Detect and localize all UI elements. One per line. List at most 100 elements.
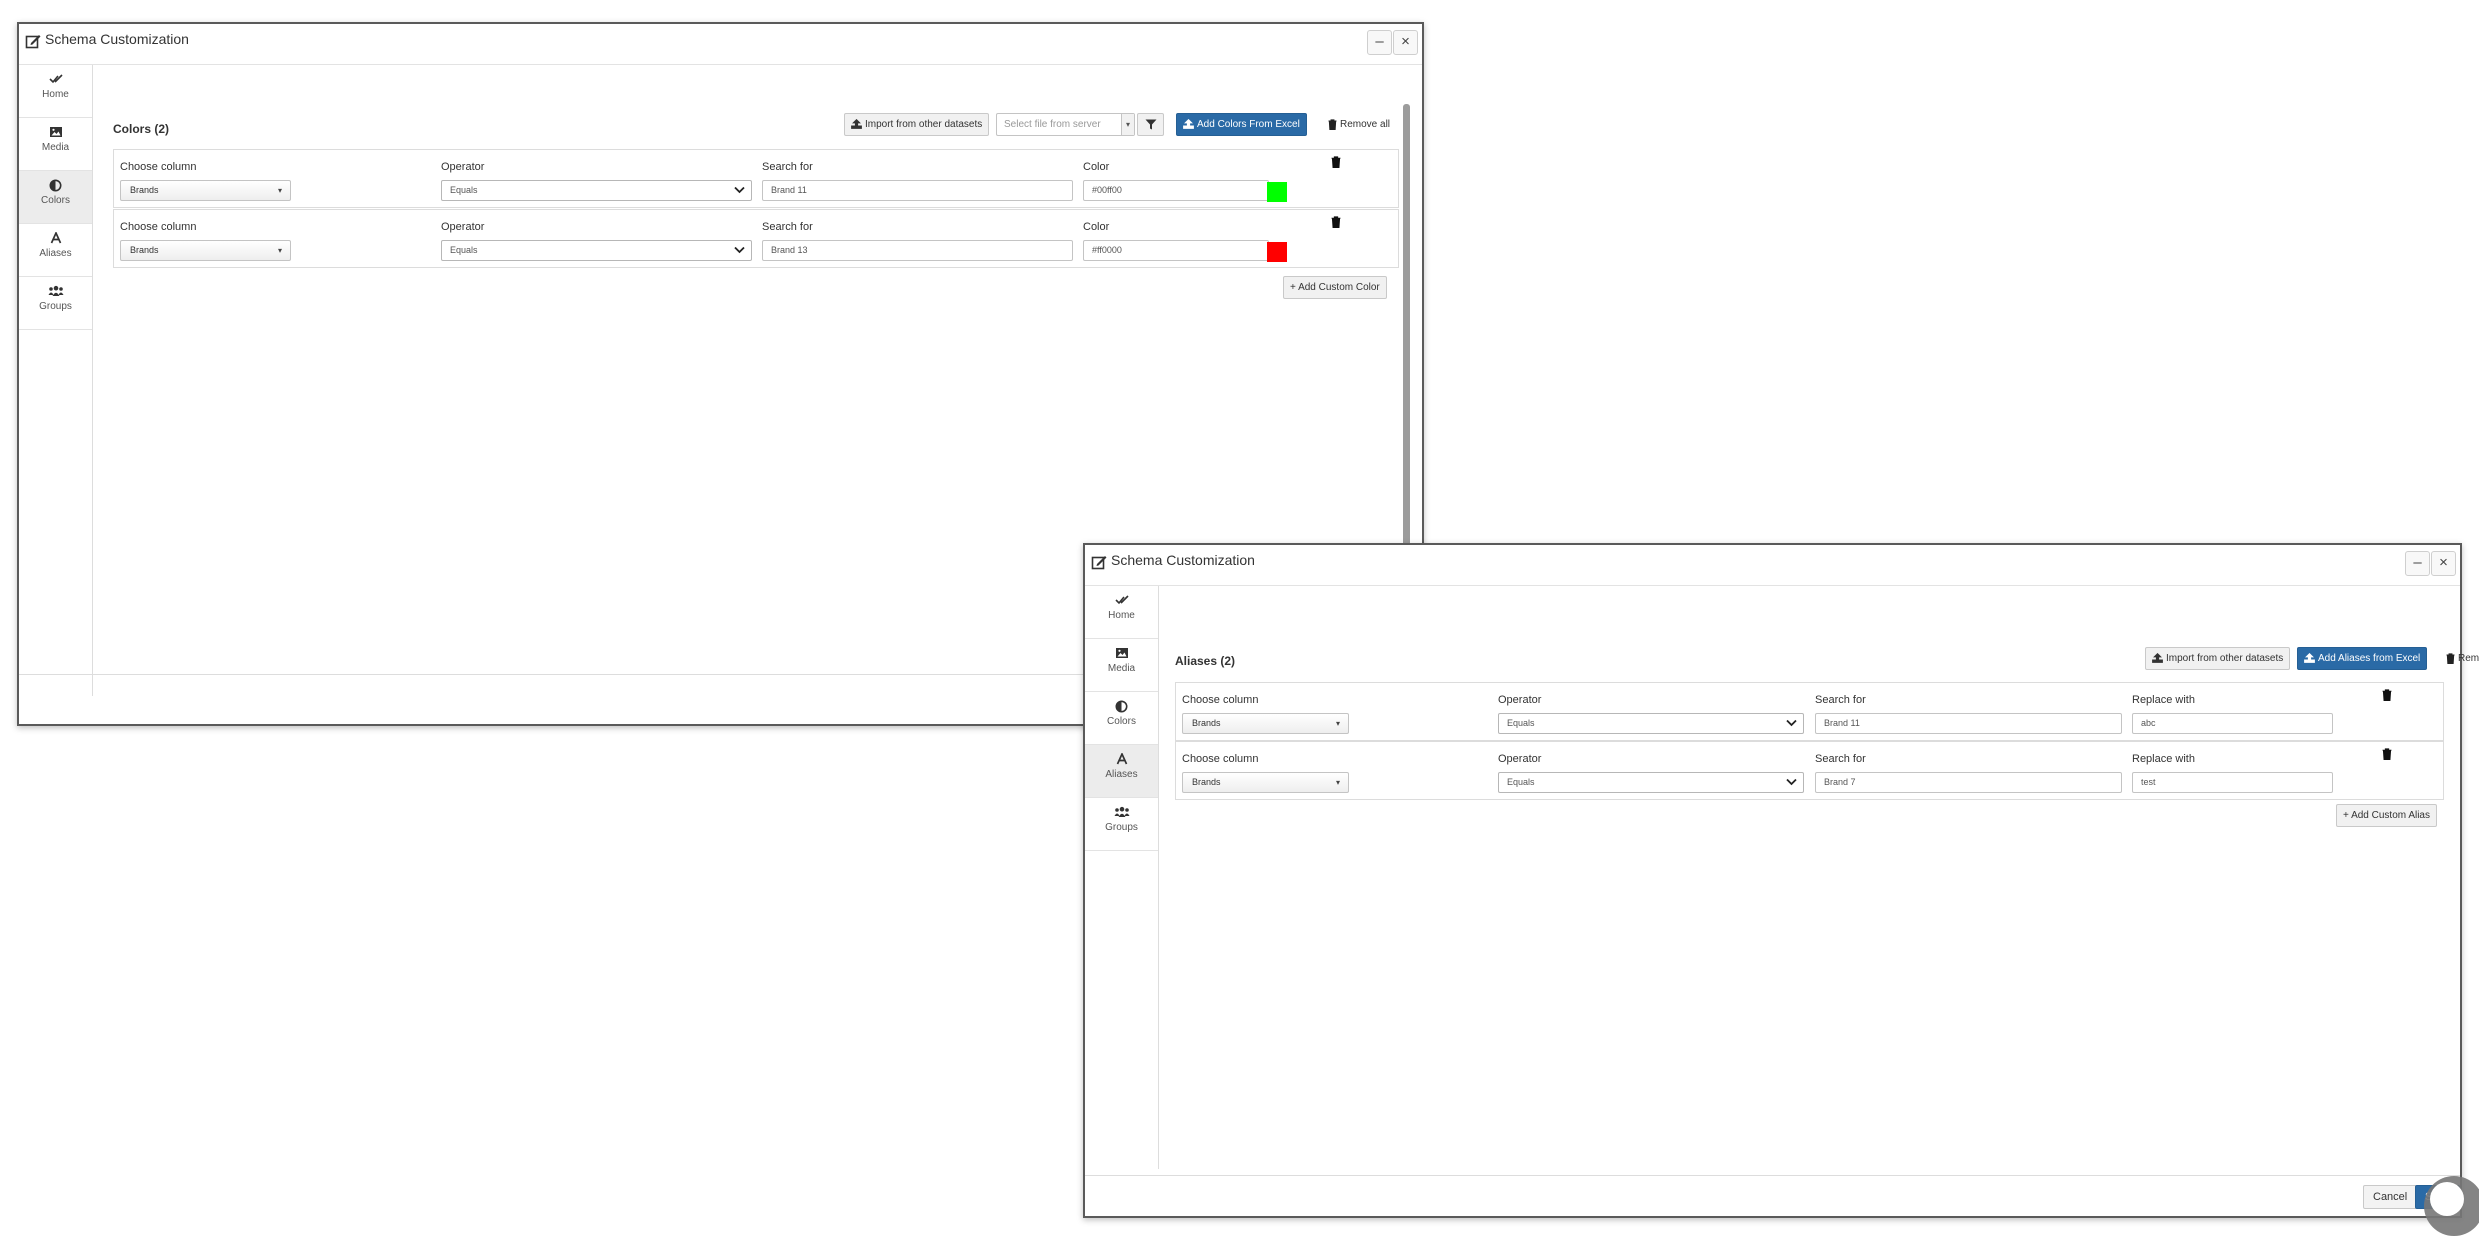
sidebar-item-label: Aliases xyxy=(39,248,72,259)
rule-row: Choose column Brands ▾ Operator Equals Se… xyxy=(113,209,1399,268)
remove-all-label: Remove all xyxy=(2458,653,2479,664)
sidebar-item-colors[interactable]: Colors xyxy=(19,171,92,224)
sidebar: Home Media Colors Aliases Groups xyxy=(1085,586,1159,1169)
aliases-dialog: Schema Customization – × Home Media Colo… xyxy=(1083,543,2479,1218)
minimize-button[interactable]: – xyxy=(1367,30,1392,55)
add-aliases-from-excel-button[interactable]: Add Aliases from Excel xyxy=(2297,647,2428,670)
import-button[interactable]: Import from other datasets xyxy=(2145,647,2291,670)
sidebar-item-media[interactable]: Media xyxy=(1085,639,1158,692)
color-input[interactable]: #ff0000 xyxy=(1083,240,1269,261)
home-icon xyxy=(19,73,92,87)
operator-value: Equals xyxy=(1507,718,1535,728)
add-custom-color-button[interactable]: + Add Custom Color xyxy=(1283,276,1387,299)
rule-row: Choose column Brands ▾ Operator Equals Se… xyxy=(113,149,1399,208)
trash-icon xyxy=(2446,653,2455,664)
cancel-button[interactable]: Cancel xyxy=(2363,1185,2418,1209)
dialog-titlebar: Schema Customization – × xyxy=(1085,545,2460,586)
dialog-titlebar: Schema Customization – × xyxy=(19,24,1422,65)
filter-button[interactable] xyxy=(1137,113,1164,136)
contrast-icon xyxy=(19,179,92,193)
sidebar-item-label: Home xyxy=(42,89,69,100)
sidebar-item-media[interactable]: Media xyxy=(19,118,92,171)
chevron-down-icon xyxy=(734,186,745,194)
search-for-label: Search for xyxy=(762,221,813,233)
replace-with-label: Replace with xyxy=(2132,694,2195,706)
choose-column-select[interactable]: Brands ▾ xyxy=(120,180,291,201)
users-icon xyxy=(19,285,92,299)
search-for-label: Search for xyxy=(762,161,813,173)
sidebar-item-home[interactable]: Home xyxy=(19,65,92,118)
sidebar-item-aliases[interactable]: Aliases xyxy=(1085,745,1158,798)
operator-value: Equals xyxy=(450,245,478,255)
operator-label: Operator xyxy=(441,221,485,233)
sidebar-item-label: Media xyxy=(1107,663,1136,674)
contrast-icon xyxy=(1085,700,1158,714)
column-value: Brands xyxy=(1192,718,1221,728)
rule-row: Choose column Brands ▾ Operator Equals Se… xyxy=(1175,741,2444,800)
operator-select[interactable]: Equals xyxy=(1498,713,1804,734)
column-value: Brands xyxy=(130,185,159,195)
delete-row-icon[interactable] xyxy=(2382,747,2392,765)
operator-select[interactable]: Equals xyxy=(441,180,752,201)
sidebar-item-label: Colors xyxy=(1107,716,1136,727)
color-swatch[interactable] xyxy=(1267,182,1287,202)
sidebar-item-label: Colors xyxy=(41,195,70,206)
choose-column-select[interactable]: Brands ▾ xyxy=(1182,713,1349,734)
cursor-indicator-center xyxy=(2430,1182,2464,1216)
sidebar-item-colors[interactable]: Colors xyxy=(1085,692,1158,745)
column-label: Choose column xyxy=(1182,694,1259,706)
image-icon xyxy=(1085,647,1158,661)
replace-with-input[interactable]: test xyxy=(2132,772,2333,793)
search-for-label: Search for xyxy=(1815,694,1866,706)
edit-icon xyxy=(1091,554,1109,572)
chevron-down-icon xyxy=(734,246,745,254)
sidebar: Home Media Colors Aliases Groups xyxy=(19,65,93,696)
caret-down-icon: ▾ xyxy=(1335,719,1340,728)
file-select[interactable]: Select file from server ▾ xyxy=(996,113,1135,136)
import-button[interactable]: Import from other datasets xyxy=(844,113,990,136)
delete-row-icon[interactable] xyxy=(1331,215,1341,233)
home-icon xyxy=(1085,594,1158,608)
choose-column-select[interactable]: Brands ▾ xyxy=(120,240,291,261)
choose-column-select[interactable]: Brands ▾ xyxy=(1182,772,1349,793)
chevron-down-icon xyxy=(1786,719,1797,727)
section-title: Aliases (2) xyxy=(1175,654,1236,668)
operator-value: Equals xyxy=(450,185,478,195)
search-for-input[interactable]: Brand 11 xyxy=(1815,713,2122,734)
file-select-placeholder: Select file from server xyxy=(1004,119,1101,130)
sidebar-item-aliases[interactable]: Aliases xyxy=(19,224,92,277)
sidebar-item-home[interactable]: Home xyxy=(1085,586,1158,639)
rule-row: Choose column Brands ▾ Operator Equals Se… xyxy=(1175,682,2444,741)
trash-icon xyxy=(1328,119,1337,130)
operator-select[interactable]: Equals xyxy=(1498,772,1804,793)
color-input[interactable]: #00ff00 xyxy=(1083,180,1269,201)
close-button[interactable]: × xyxy=(2431,551,2456,576)
operator-select[interactable]: Equals xyxy=(441,240,752,261)
delete-row-icon[interactable] xyxy=(2382,688,2392,706)
minimize-button[interactable]: – xyxy=(2405,551,2430,576)
sidebar-item-groups[interactable]: Groups xyxy=(19,277,92,330)
close-button[interactable]: × xyxy=(1393,30,1418,55)
edit-icon xyxy=(25,33,43,51)
column-label: Choose column xyxy=(120,161,197,173)
add-excel-label: Add Colors From Excel xyxy=(1197,119,1300,130)
add-colors-from-excel-button[interactable]: Add Colors From Excel xyxy=(1176,113,1307,136)
color-label: Color xyxy=(1083,161,1110,173)
chevron-down-icon xyxy=(1786,778,1797,786)
remove-all-button[interactable]: Remove all xyxy=(2439,647,2479,670)
sidebar-item-groups[interactable]: Groups xyxy=(1085,798,1158,851)
replace-with-input[interactable]: abc xyxy=(2132,713,2333,734)
remove-all-label: Remove all xyxy=(1340,119,1391,130)
search-for-input[interactable]: Brand 13 xyxy=(762,240,1073,261)
search-for-label: Search for xyxy=(1815,753,1866,765)
search-for-input[interactable]: Brand 7 xyxy=(1815,772,2122,793)
caret-down-icon: ▾ xyxy=(277,186,282,195)
add-custom-alias-button[interactable]: + Add Custom Alias xyxy=(2336,804,2437,827)
delete-row-icon[interactable] xyxy=(1331,155,1341,173)
replace-with-label: Replace with xyxy=(2132,753,2195,765)
color-swatch[interactable] xyxy=(1267,242,1287,262)
column-label: Choose column xyxy=(120,221,197,233)
dialog-title: Schema Customization xyxy=(1111,552,1255,568)
search-for-input[interactable]: Brand 11 xyxy=(762,180,1073,201)
remove-all-button[interactable]: Remove all xyxy=(1321,113,1397,136)
